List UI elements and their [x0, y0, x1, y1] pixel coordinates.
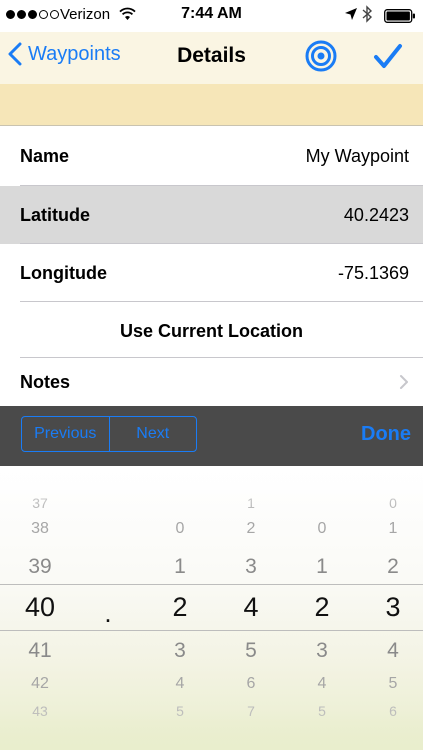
picker-value: 38 — [31, 520, 49, 537]
picker-value: 7 — [247, 703, 255, 719]
picker-value: 2 — [387, 555, 399, 578]
picker-selected-value: 2 — [172, 592, 188, 622]
navigation-bar: Waypoints Details — [0, 32, 423, 84]
previous-button[interactable]: Previous — [22, 417, 109, 451]
picker-value: 4 — [175, 675, 185, 692]
coordinate-picker: . 37 38 39 40 41 42 43 0 1 2 3 4 5 1 2 3 4 5 6 7 0 1 2 3 4 5 0 1 2 3 4… — [0, 466, 423, 750]
picker-value: 37 — [32, 495, 48, 511]
latitude-value: 40.2423 — [343, 204, 409, 225]
picker-value: 43 — [32, 703, 48, 719]
picker-value: 6 — [389, 703, 397, 719]
picker-value: 6 — [246, 675, 256, 692]
longitude-label: Longitude — [20, 262, 107, 283]
picker-column-3[interactable]: 1 2 3 4 5 6 7 — [221, 466, 281, 750]
next-button[interactable]: Next — [108, 417, 197, 451]
back-button-label: Waypoints — [28, 42, 121, 65]
done-button[interactable]: Done — [361, 423, 411, 446]
picker-value: 3 — [316, 639, 328, 662]
longitude-value: -75.1369 — [337, 262, 409, 283]
picker-selected-value: 2 — [314, 592, 330, 622]
picker-column-4[interactable]: 0 1 2 3 4 5 — [292, 466, 352, 750]
picker-value: 4 — [387, 639, 399, 662]
notes-label: Notes — [20, 371, 71, 392]
picker-value: 5 — [176, 703, 184, 719]
picker-value: 1 — [247, 495, 255, 511]
picker-value: 1 — [388, 520, 398, 537]
picker-value: 1 — [316, 555, 328, 578]
picker-selected-value: 40 — [24, 592, 56, 622]
use-current-location-label: Use Current Location — [119, 320, 304, 341]
notes-row[interactable]: Notes — [0, 358, 423, 406]
picker-value: 4 — [317, 675, 327, 692]
checkmark-icon[interactable] — [373, 42, 403, 70]
status-bar: Verizon 7:44 AM — [0, 0, 423, 32]
name-value: My Waypoint — [305, 145, 409, 166]
chevron-left-icon — [8, 42, 22, 66]
picker-value: 0 — [175, 520, 185, 537]
picker-selected-value: 3 — [385, 592, 401, 622]
picker-value: 42 — [31, 675, 49, 692]
input-accessory-toolbar: Previous Next Done — [0, 406, 423, 466]
picker-column-2[interactable]: 0 1 2 3 4 5 — [150, 466, 210, 750]
picker-column-1[interactable]: 37 38 39 40 41 42 43 — [10, 466, 70, 750]
battery-icon — [384, 9, 415, 23]
longitude-row[interactable]: Longitude -75.1369 — [0, 244, 423, 302]
name-row[interactable]: Name My Waypoint — [0, 127, 423, 185]
previous-next-segmented-control: Previous Next — [21, 416, 197, 452]
name-label: Name — [20, 145, 70, 166]
latitude-label: Latitude — [20, 204, 90, 225]
picker-value: 5 — [245, 639, 257, 662]
picker-value: 3 — [174, 639, 186, 662]
header-banner — [0, 84, 423, 126]
picker-value: 0 — [317, 520, 327, 537]
picker-value: 39 — [28, 555, 52, 578]
status-time: 7:44 AM — [181, 5, 242, 22]
picker-value: 2 — [246, 520, 256, 537]
picker-value: 5 — [318, 703, 326, 719]
bluetooth-icon — [362, 5, 373, 23]
latitude-row[interactable]: Latitude 40.2423 — [0, 186, 423, 244]
chevron-right-icon — [400, 375, 408, 389]
use-current-location-button[interactable]: Use Current Location — [0, 302, 423, 360]
picker-value: 5 — [388, 675, 398, 692]
decimal-point: . — [104, 598, 112, 628]
picker-value: 3 — [245, 555, 257, 578]
target-icon[interactable] — [305, 40, 337, 72]
picker-value: 1 — [174, 555, 186, 578]
picker-value: 41 — [28, 639, 52, 662]
picker-column-5[interactable]: 0 1 2 3 4 5 6 — [363, 466, 423, 750]
back-button[interactable]: Waypoints — [8, 42, 121, 66]
location-arrow-icon — [345, 8, 357, 20]
picker-value: 0 — [389, 495, 397, 511]
picker-selected-value: 4 — [243, 592, 259, 622]
